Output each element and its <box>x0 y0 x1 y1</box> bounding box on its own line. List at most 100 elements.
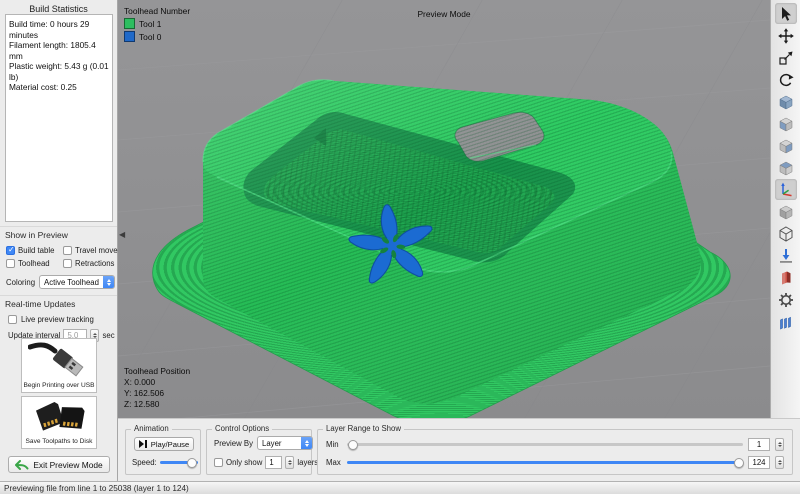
min-layer-stepper[interactable] <box>775 438 784 451</box>
status-text: Previewing file from line 1 to 25038 (la… <box>4 484 189 493</box>
speed-slider[interactable] <box>160 461 198 464</box>
build-statistics-panel: Build Statistics Build time: 0 hours 29 … <box>0 0 118 481</box>
exit-preview-mode-button[interactable]: Exit Preview Mode <box>8 456 110 473</box>
checkbox-travel-moves[interactable]: Travel moves <box>63 244 119 257</box>
legend-item: Tool 1 <box>124 18 190 29</box>
min-label: Min <box>326 440 342 449</box>
rotate-tool-icon[interactable] <box>775 69 797 90</box>
legend-swatch <box>124 18 135 29</box>
checkbox-icon[interactable] <box>63 246 72 255</box>
printed-model-render <box>118 0 770 418</box>
dropdown-stepper-icon <box>103 276 114 288</box>
speed-slider-thumb[interactable] <box>187 458 197 468</box>
legend-label: Tool 1 <box>139 19 161 29</box>
toolhead-position-title: Toolhead Position <box>124 366 190 377</box>
stat-line: Filament length: 1805.4 mm <box>9 40 109 61</box>
view-front-icon[interactable] <box>775 113 797 134</box>
animation-group-label: Animation <box>131 424 172 433</box>
view-side-icon[interactable] <box>775 135 797 156</box>
max-layer-stepper[interactable] <box>775 456 784 469</box>
checkbox-icon[interactable] <box>8 315 17 324</box>
max-layer-row: Max 124 <box>326 456 784 469</box>
legend-item: Tool 0 <box>124 31 190 42</box>
coloring-dropdown[interactable]: Active Toolhead <box>39 275 115 289</box>
checkbox-build-table[interactable]: Build table <box>6 244 63 257</box>
realtime-updates-label: Real-time Updates <box>0 295 117 311</box>
checkbox-label: Retractions <box>75 259 114 268</box>
legend-swatch <box>124 31 135 42</box>
stat-line: Build time: 0 hours 29 minutes <box>9 19 109 40</box>
usb-cable-image <box>22 339 96 381</box>
min-layer-slider[interactable] <box>347 443 743 446</box>
exit-button-label: Exit Preview Mode <box>33 460 102 470</box>
checkbox-label: Build table <box>18 246 54 255</box>
coordinate-axes-icon[interactable] <box>775 179 797 200</box>
only-show-stepper[interactable] <box>285 456 294 469</box>
begin-printing-usb-button[interactable]: Begin Printing over USB <box>21 338 97 393</box>
dropdown-stepper-icon <box>301 437 312 449</box>
checkbox-icon[interactable] <box>63 259 72 268</box>
min-layer-row: Min 1 <box>326 438 784 451</box>
max-layer-input[interactable]: 124 <box>748 456 770 469</box>
sidebar-collapse-handle[interactable]: ◀ <box>119 230 125 239</box>
checkbox-toolhead[interactable]: Toolhead <box>6 257 63 270</box>
coloring-label: Coloring <box>6 278 35 287</box>
preview-mode-label: Preview Mode <box>118 9 770 19</box>
legend-label: Tool 0 <box>139 32 161 42</box>
back-arrow-icon <box>15 460 29 470</box>
interval-unit-label: sec <box>102 331 114 340</box>
select-tool-icon[interactable] <box>775 3 797 24</box>
layer-range-label: Layer Range to Show <box>323 424 404 433</box>
support-structures-icon[interactable] <box>775 267 797 288</box>
preview-by-row: Preview By Layer <box>214 436 313 450</box>
checkbox-icon[interactable] <box>6 259 15 268</box>
layers-unit-label: layers <box>297 458 318 467</box>
checkbox-icon[interactable] <box>6 246 15 255</box>
toolhead-y-value: Y: 162.506 <box>124 388 190 399</box>
show-in-preview-section: Show in Preview Build tableTravel movesT… <box>0 224 117 342</box>
speed-row: Speed: <box>132 458 198 467</box>
stat-line: Material cost: 0.25 <box>9 82 109 93</box>
build-stats-box: Build time: 0 hours 29 minutesFilament l… <box>5 14 113 222</box>
speed-label: Speed: <box>132 458 157 467</box>
save-toolpaths-disk-button[interactable]: Save Toolpaths to Disk <box>21 396 97 449</box>
drop-to-bed-icon[interactable] <box>775 245 797 266</box>
usb-button-caption: Begin Printing over USB <box>23 381 94 392</box>
toolpath-layers-icon[interactable] <box>775 311 797 332</box>
solid-render-icon[interactable] <box>775 201 797 222</box>
max-layer-slider[interactable] <box>347 461 743 464</box>
scale-tool-icon[interactable] <box>775 47 797 68</box>
preview-3d-viewport[interactable]: Preview Mode Toolhead Number Tool 1 Tool … <box>118 0 770 418</box>
layer-range-group: Layer Range to Show Min 1 Max 124 <box>317 429 793 475</box>
cross-section-icon[interactable] <box>775 223 797 244</box>
machine-settings-icon[interactable] <box>775 289 797 310</box>
legend-title: Toolhead Number <box>124 6 190 16</box>
preview-by-value: Layer <box>258 439 301 448</box>
only-show-input[interactable]: 1 <box>265 456 282 469</box>
play-pause-icon <box>139 440 148 448</box>
play-pause-button[interactable]: Play/Pause <box>134 437 194 451</box>
animation-group: Animation Play/Pause Speed: <box>125 429 201 475</box>
preview-by-label: Preview By <box>214 439 253 448</box>
move-tool-icon[interactable] <box>775 25 797 46</box>
live-preview-tracking-checkbox[interactable]: Live preview tracking <box>0 311 117 324</box>
coloring-value: Active Toolhead <box>40 278 103 287</box>
view-top-icon[interactable] <box>775 157 797 178</box>
disk-button-caption: Save Toolpaths to Disk <box>26 437 93 448</box>
live-preview-tracking-label: Live preview tracking <box>21 315 94 324</box>
only-show-label: Only show <box>226 458 262 467</box>
stat-line: Plastic weight: 5.43 g (0.01 lb) <box>9 61 109 82</box>
toolhead-position-readout: Toolhead Position X: 0.000 Y: 162.506 Z:… <box>124 366 190 410</box>
toolhead-legend: Toolhead Number Tool 1 Tool 0 <box>124 6 190 42</box>
min-layer-input[interactable]: 1 <box>748 438 770 451</box>
min-slider-thumb[interactable] <box>348 440 358 450</box>
preview-by-dropdown[interactable]: Layer <box>257 436 313 450</box>
max-slider-thumb[interactable] <box>734 458 744 468</box>
max-label: Max <box>326 458 342 467</box>
only-show-checkbox[interactable] <box>214 458 223 467</box>
coloring-row: Coloring Active Toolhead <box>0 270 117 293</box>
preview-checkbox-grid: Build table Travel movesToolhead Retractio… <box>0 242 117 270</box>
checkbox-retractions[interactable]: Retractions <box>63 257 119 270</box>
status-bar: Previewing file from line 1 to 25038 (la… <box>0 481 800 494</box>
view-default-icon[interactable] <box>775 91 797 112</box>
